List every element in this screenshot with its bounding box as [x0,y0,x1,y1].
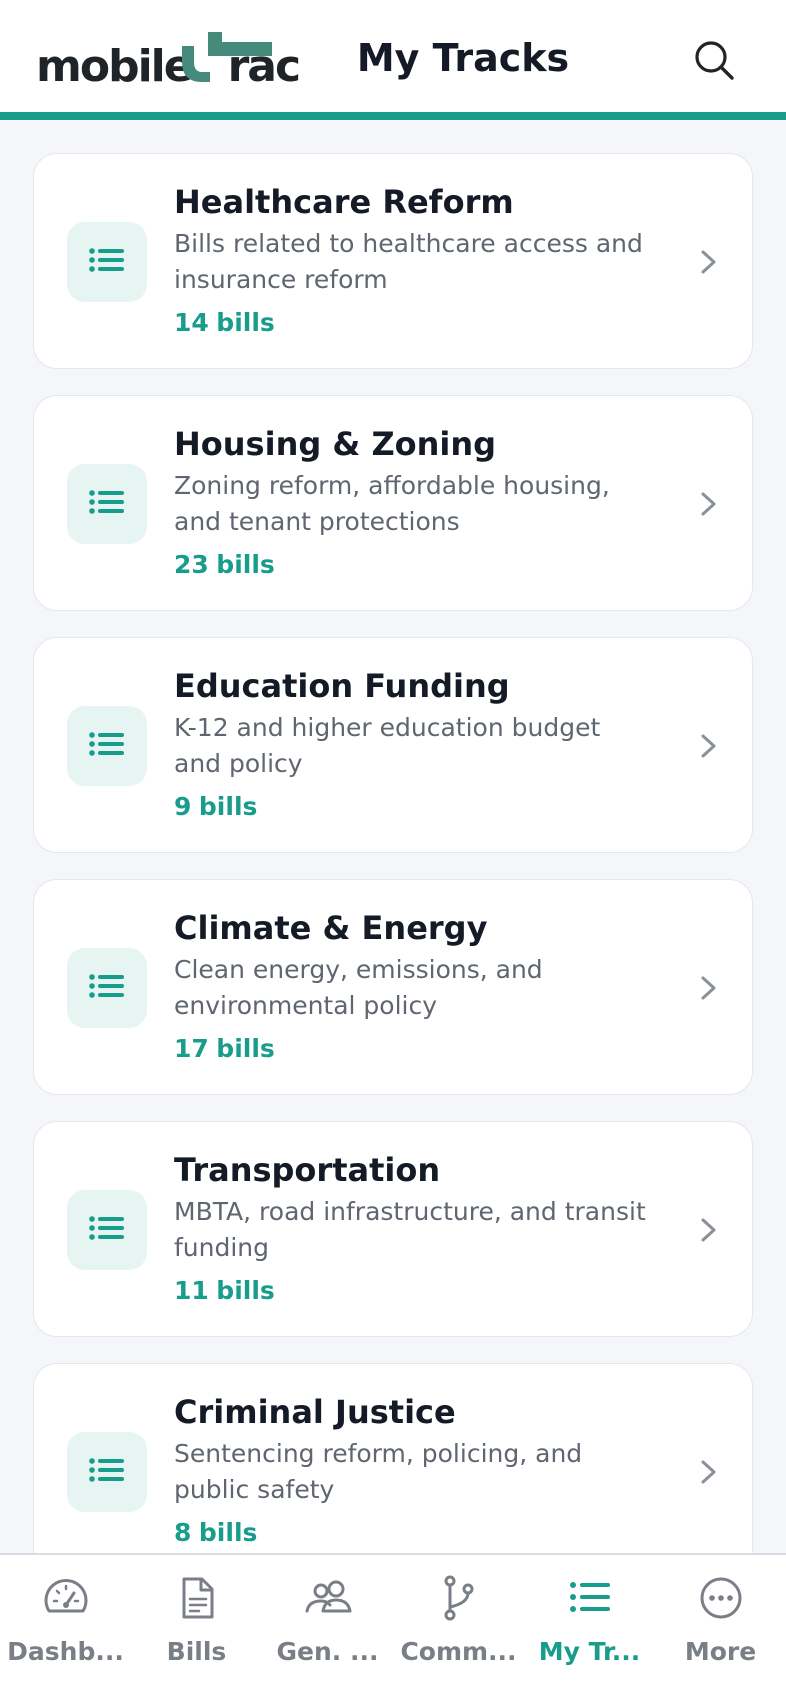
dashboard-icon [44,1579,88,1613]
track-title: Criminal Justice [174,1393,456,1431]
header-accent-bar [0,112,786,120]
track-description: MBTA, road infrastructure, and transit f… [174,1197,646,1262]
track-bill-count: 9 bills [174,790,257,824]
tab-more[interactable]: More [655,1555,786,1695]
tab-dashboard[interactable]: Dashb... [0,1555,131,1695]
track-count-unit: bills [216,1276,275,1305]
track-title: Housing & Zoning [174,425,497,463]
tab-label: My Tr... [538,1637,641,1666]
track-description: K-12 and higher education budget and pol… [174,713,601,778]
list-icon [89,490,124,514]
list-icon [89,1216,124,1240]
track-count-unit: bills [216,1034,275,1063]
search-icon [695,41,734,80]
app-root: mobile rac My Tracks Healthcare Reform B… [0,0,786,1704]
track-count-number: 14 [174,308,209,337]
track-card[interactable]: Transportation MBTA, road infrastructure… [33,1121,753,1337]
track-description: Bills related to healthcare access and i… [174,229,643,294]
track-bill-count: 14 bills [174,306,275,340]
track-description: Sentencing reform, policing, and public … [174,1439,583,1504]
mobiletrac-logo[interactable]: mobile rac [36,30,301,92]
track-bill-count: 11 bills [174,1274,275,1308]
track-title: Transportation [174,1151,441,1189]
track-count-unit: bills [198,1518,258,1547]
list-icon [89,248,124,272]
track-icon-box [67,464,147,544]
chevron-right-icon [701,976,716,1000]
track-title: Education Funding [174,667,510,705]
chevron-right-icon [701,734,716,758]
track-description: Zoning reform, affordable housing, and t… [174,471,610,536]
track-count-number: 8 [174,1518,192,1547]
track-count-number: 9 [174,792,192,821]
bottom-tab-bar: Dashb... Bills Gen. ... Comm... My Tr...… [0,1553,786,1704]
track-icon-box [67,948,147,1028]
logo-word-left: mobile [36,41,194,92]
track-title: Climate & Energy [174,909,488,947]
tab-label: More [684,1637,757,1666]
logo-t-mark-icon [182,32,272,82]
tab-general-court[interactable]: Gen. ... [262,1555,393,1695]
list-icon [89,732,124,756]
tab-bills[interactable]: Bills [131,1555,262,1695]
track-description: Clean energy, emissions, and environment… [174,955,543,1020]
list-icon [570,1582,610,1612]
track-icon-box [67,1190,147,1270]
chevron-right-icon [701,492,716,516]
track-icon-box [67,222,147,302]
track-card[interactable]: Housing & Zoning Zoning reform, affordab… [33,395,753,611]
app-header: mobile rac My Tracks [0,0,786,120]
track-bill-count: 8 bills [174,1516,257,1550]
more-icon [700,1577,742,1619]
list-icon [89,1458,124,1482]
track-card[interactable]: Criminal Justice Sentencing reform, poli… [33,1363,753,1579]
page-title: My Tracks [356,36,570,80]
document-icon [182,1577,214,1619]
chevron-right-icon [701,1460,716,1484]
tab-label: Dashb... [7,1637,124,1666]
tab-committees[interactable]: Comm... [393,1555,524,1695]
tab-label: Gen. ... [276,1637,379,1666]
track-card[interactable]: Healthcare Reform Bills related to healt… [33,153,753,369]
people-icon [305,1580,352,1613]
tab-my-tracks[interactable]: My Tr... [524,1555,655,1695]
track-title: Healthcare Reform [174,183,514,221]
track-bill-count: 23 bills [174,548,275,582]
track-bill-count: 17 bills [174,1032,275,1066]
track-count-number: 23 [174,550,209,579]
track-card[interactable]: Climate & Energy Clean energy, emissions… [33,879,753,1095]
list-icon [89,974,124,998]
track-count-unit: bills [216,308,275,337]
search-button[interactable] [690,36,740,86]
track-count-number: 17 [174,1034,209,1063]
chevron-right-icon [701,1218,716,1242]
track-icon-box [67,706,147,786]
tab-label: Comm... [400,1637,517,1666]
tab-label: Bills [166,1637,227,1666]
track-count-unit: bills [198,792,258,821]
track-count-unit: bills [216,550,275,579]
track-count-number: 11 [174,1276,209,1305]
chevron-right-icon [701,250,716,274]
branch-icon [444,1575,474,1621]
track-card[interactable]: Education Funding K-12 and higher educat… [33,637,753,853]
track-icon-box [67,1432,147,1512]
